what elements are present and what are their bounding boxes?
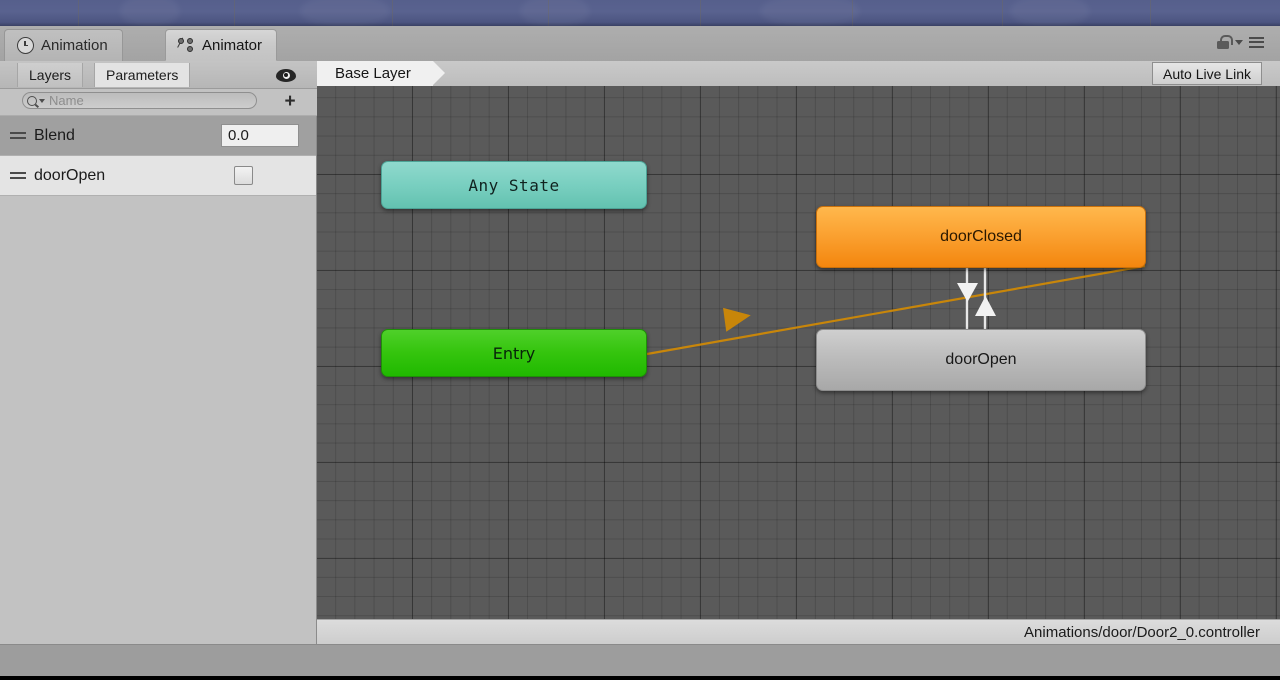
auto-live-link-button[interactable]: Auto Live Link — [1152, 62, 1262, 85]
clock-icon — [17, 37, 34, 54]
layer-visibility-toggle[interactable] — [268, 63, 304, 87]
search-placeholder: Name — [49, 93, 84, 108]
subtab-layers-label: Layers — [29, 67, 72, 83]
screen-bottom-edge — [0, 676, 1280, 680]
drag-handle-icon[interactable] — [10, 132, 26, 139]
animator-window: Animation Animator Layers Parameters Nam… — [0, 26, 1280, 670]
search-icon — [27, 95, 37, 106]
add-parameter-label: + — [284, 90, 296, 112]
tab-animation-label: Animation — [41, 37, 108, 54]
parameter-name: doorOpen — [34, 166, 106, 184]
parameters-panel: Layers Parameters Name + Blend 0.0 doorO… — [0, 61, 317, 644]
tab-animation[interactable]: Animation — [4, 29, 123, 61]
subtab-layers[interactable]: Layers — [17, 63, 84, 87]
auto-live-link-label: Auto Live Link — [1163, 65, 1251, 82]
add-parameter-button[interactable]: + — [277, 91, 303, 111]
parameter-row-blend[interactable]: Blend 0.0 — [0, 116, 316, 156]
tab-animator-label: Animator — [202, 36, 263, 54]
scene-view-strip — [0, 0, 1280, 26]
unity-editor-window: Animation Animator Layers Parameters Nam… — [0, 0, 1280, 680]
state-machine-icon — [177, 37, 195, 53]
controller-path-label: Animations/door/Door2_0.controller — [1024, 623, 1260, 641]
window-controls — [1217, 35, 1264, 49]
window-tab-bar: Animation Animator — [0, 26, 1280, 62]
breadcrumb-label: Base Layer — [335, 65, 411, 82]
search-filter-chevron-icon[interactable] — [39, 98, 45, 103]
search-input[interactable]: Name — [22, 92, 257, 109]
state-node-label: Any State — [468, 175, 560, 195]
unlocked-padlock-icon[interactable] — [1217, 35, 1233, 49]
subtab-parameters[interactable]: Parameters — [94, 63, 191, 87]
state-node-label: Entry — [492, 343, 536, 363]
breadcrumb-bar: Base Layer Auto Live Link — [317, 61, 1280, 87]
parameter-name: Blend — [34, 126, 75, 144]
state-node-label: doorClosed — [940, 228, 1022, 245]
controller-path-statusbar: Animations/door/Door2_0.controller — [317, 619, 1280, 644]
hamburger-menu-icon[interactable] — [1249, 36, 1264, 48]
subtab-parameters-label: Parameters — [106, 67, 179, 83]
state-node-entry[interactable]: Entry — [381, 329, 647, 377]
state-machine-graph-panel: Base Layer Auto Live Link Any State Entr… — [317, 61, 1280, 644]
parameter-checkbox[interactable] — [234, 166, 253, 185]
chevron-down-icon[interactable] — [1235, 39, 1243, 45]
parameter-value-field[interactable]: 0.0 — [221, 124, 299, 147]
parameter-row-dooropen[interactable]: doorOpen — [0, 156, 316, 196]
state-node-doorclosed[interactable]: doorClosed — [816, 206, 1146, 268]
state-node-label: doorOpen — [945, 351, 1017, 368]
parameter-search-row: Name + — [0, 89, 317, 116]
animator-canvas[interactable]: Any State Entry doorClosed doorOpen — [317, 86, 1280, 619]
editor-bottom-strip — [0, 644, 1280, 677]
layers-parameters-tabbar: Layers Parameters — [0, 61, 317, 89]
breadcrumb-base-layer[interactable]: Base Layer — [317, 61, 445, 86]
state-node-any-state[interactable]: Any State — [381, 161, 647, 209]
state-node-dooropen[interactable]: doorOpen — [816, 329, 1146, 391]
drag-handle-icon[interactable] — [10, 172, 26, 179]
tab-animator[interactable]: Animator — [165, 29, 278, 61]
transition-dooropen-to-doorclosed — [975, 268, 996, 330]
eye-icon — [276, 68, 296, 82]
